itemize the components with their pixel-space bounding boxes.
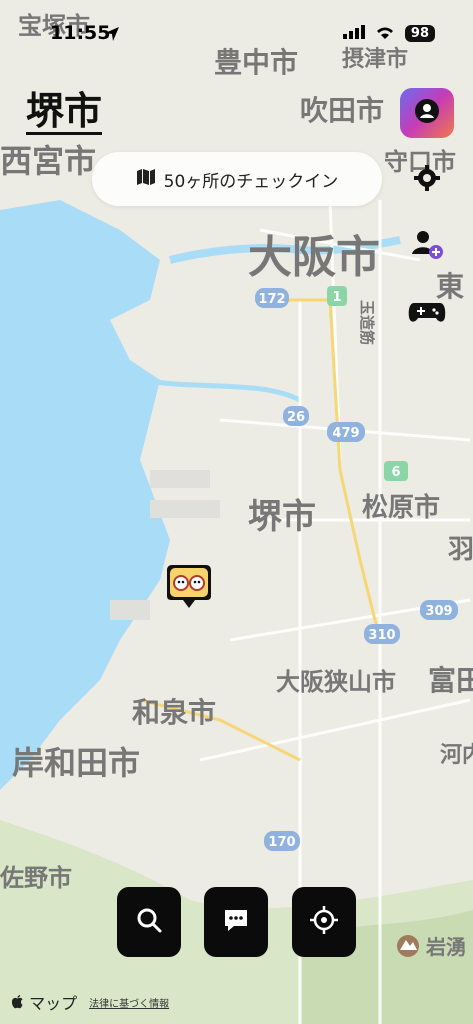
label-sakai: 堺市 [248,497,316,537]
battery-indicator: 98 [404,25,435,42]
checkin-label: 50ヶ所のチェックイン [163,171,339,192]
gamepad-icon [408,299,446,329]
label-ha: 羽 [448,535,473,565]
label-tamatsukuri: 玉造筋 [358,300,376,345]
label-settsu: 摂津市 [342,46,408,72]
shield-6: 6 [391,465,400,480]
chat-icon [222,906,250,938]
label-osakasayama: 大阪狭山市 [276,668,396,696]
shield-170: 170 [268,835,295,850]
label-matsubara: 松原市 [362,492,440,523]
add-friend-button[interactable] [406,228,448,264]
shield-26: 26 [287,410,305,425]
shield-479: 479 [332,426,359,441]
label-suita: 吹田市 [300,94,384,127]
apple-icon [11,994,29,1013]
shield-1: 1 [332,290,341,305]
search-button[interactable] [117,887,181,957]
shield-172: 172 [258,292,285,307]
locate-button[interactable] [292,887,356,957]
label-nishinomiya: 西宮市 [0,142,96,180]
label-izumi: 和泉市 [132,696,216,729]
label-kaizuka: 佐野市 [0,864,72,892]
status-time: 11:55 [50,22,111,44]
locate-icon [309,905,339,939]
profile-button[interactable] [400,88,454,138]
chat-button[interactable] [204,887,268,957]
signal-icon [342,24,365,43]
maps-brand: マップ [11,990,77,1014]
add-friend-icon [410,228,444,264]
location-arrow-icon [104,26,120,46]
checkin-summary-button[interactable]: 50ヶ所のチェックイン [92,152,382,206]
gear-icon [413,164,441,196]
status-bar: 11:55 98 [0,0,473,48]
label-tomi: 富田 [428,664,473,697]
game-button[interactable] [406,296,448,332]
legal-link[interactable]: 法律に基づく情報 [89,995,169,1010]
shield-310: 310 [368,628,395,643]
label-iwawaki: 岩湧 [425,935,466,959]
page-title: 堺市 [26,89,103,135]
search-icon [135,906,163,938]
label-kishiwada: 岸和田市 [12,744,140,782]
user-location-pin[interactable] [165,562,213,610]
label-osaka: 大阪市 [248,232,380,283]
wifi-icon [375,24,395,43]
profile-icon [414,98,440,128]
map-icon [136,168,156,191]
label-toyonaka: 豊中市 [214,46,298,79]
label-kawachi: 河内 [440,743,473,768]
settings-button[interactable] [406,162,448,198]
map-attribution: マップ 法律に基づく情報 [11,990,169,1014]
shield-309: 309 [425,604,452,619]
